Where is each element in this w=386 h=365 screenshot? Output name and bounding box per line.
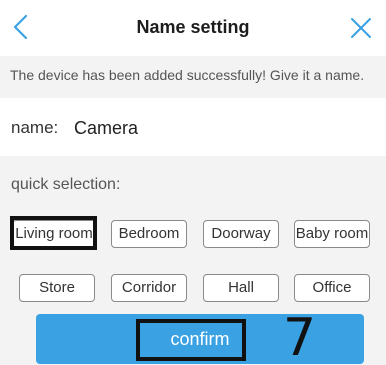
quick-option-corridor[interactable]: Corridor (111, 274, 187, 302)
step-number-annotation: 7 (283, 308, 317, 365)
header-bar: Name setting (0, 0, 386, 56)
highlight-box-confirm (136, 319, 246, 361)
quick-option-bedroom[interactable]: Bedroom (111, 220, 187, 248)
name-label: name: (11, 118, 59, 137)
page-title: Name setting (136, 17, 250, 37)
name-input[interactable] (74, 112, 364, 144)
quick-option-store[interactable]: Store (19, 274, 95, 302)
quick-option-living-room[interactable]: Living room (12, 220, 96, 248)
quick-selection-label: quick selection: (11, 176, 121, 193)
quick-option-doorway[interactable]: Doorway (203, 220, 279, 248)
success-banner: The device has been added successfully! … (0, 56, 386, 98)
quick-option-hall[interactable]: Hall (203, 274, 279, 302)
quick-option-baby-room[interactable]: Baby room (294, 220, 370, 248)
quick-option-office[interactable]: Office (294, 274, 370, 302)
name-row: name: (0, 100, 386, 156)
close-icon[interactable] (348, 15, 374, 41)
